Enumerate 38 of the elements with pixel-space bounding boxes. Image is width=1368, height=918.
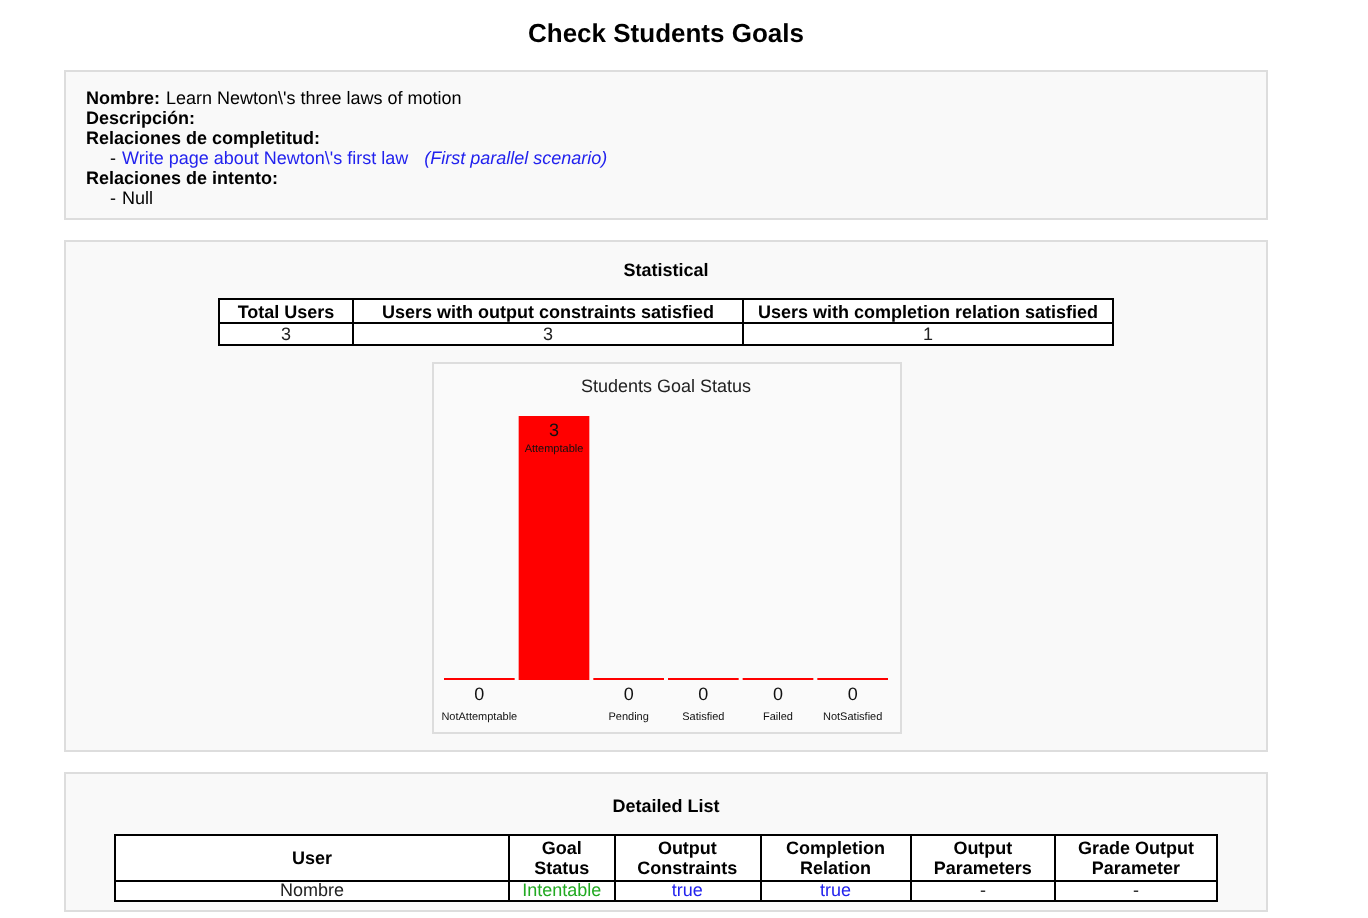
value-label: 0 [698, 684, 709, 704]
table-cell: true [614, 881, 761, 901]
field-label: Relaciones de intento: [86, 168, 279, 188]
chart-title: Students Goal Status [580, 376, 752, 396]
field-label: Descripción: [86, 108, 196, 128]
column-header: Grade Output Parameter [1054, 835, 1217, 881]
section-title: Detailed List [612, 796, 720, 816]
table-cell: Intentable [509, 881, 615, 901]
field-value: Learn Newton\'s three laws of motion [166, 88, 462, 108]
item-text: Null [122, 188, 154, 208]
table-cell: 1 [743, 323, 1113, 345]
column-header: Users with completion relation satisfied [743, 299, 1113, 323]
column-header: Goal Status [509, 835, 615, 881]
section-title: Statistical [623, 260, 709, 280]
value-label: 3 [549, 420, 559, 440]
table-cell: Nombre [115, 881, 509, 901]
field-label: Relaciones de completitud: [86, 128, 321, 148]
bullet-dash: - [110, 188, 116, 208]
table-cell: 3 [219, 323, 353, 345]
column-header: Completion Relation [760, 835, 911, 881]
page-title: Check Students Goals [526, 18, 806, 48]
table-cell: true [760, 881, 911, 901]
value-label: 0 [773, 684, 783, 704]
table-cell: - [910, 881, 1055, 901]
value-label: 0 [474, 684, 485, 704]
field-label: Nombre: [86, 88, 161, 108]
table-cell: 3 [353, 323, 743, 345]
value-label: 0 [623, 684, 634, 704]
column-header: Output Parameters [910, 835, 1055, 881]
bullet-dash: - [110, 148, 116, 168]
value-label: 0 [847, 684, 858, 704]
scenario-note: (First parallel scenario) [424, 148, 608, 168]
column-header: User [115, 835, 509, 881]
column-header: Users with output constraints satisfied [353, 299, 743, 323]
column-header: Output Constraints [614, 835, 761, 881]
table-cell: - [1054, 881, 1217, 901]
column-header: Total Users [219, 299, 353, 323]
goal-link[interactable]: Write page about Newton\'s first law [122, 148, 409, 168]
